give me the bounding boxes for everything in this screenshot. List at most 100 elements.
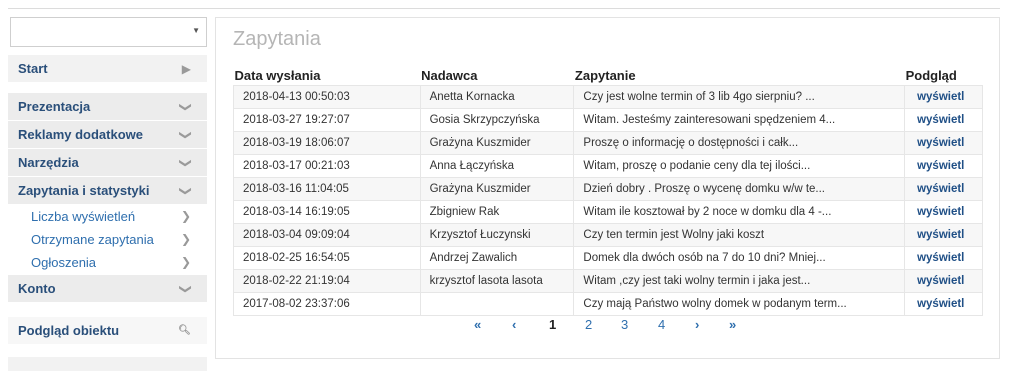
submenu-item-label: Ogłoszenia (31, 255, 97, 270)
cell-query: Domek dla dwóch osób na 7 do 10 dni? Mni… (573, 245, 906, 270)
cell-query: Witam. Jesteśmy zainteresowani spędzenie… (573, 107, 906, 132)
pagination-first[interactable]: « (474, 317, 481, 332)
view-link[interactable]: wyświetl (904, 176, 983, 201)
column-header-date: Data wysłania (234, 67, 321, 83)
view-link[interactable]: wyświetl (904, 245, 983, 270)
submenu-item-label: Liczba wyświetleń (31, 209, 136, 224)
view-link[interactable]: wyświetl (904, 153, 983, 178)
table-row: 2018-03-04 09:09:04 Krzysztof Łuczynski Cz… (233, 222, 983, 247)
view-link[interactable]: wyświetl (904, 130, 983, 155)
view-link[interactable]: wyświetl (904, 268, 983, 293)
chevron-down-icon: ❯ (178, 157, 193, 169)
cell-date: 2018-03-04 09:09:04 (233, 222, 421, 247)
chevron-down-icon: ❯ (178, 185, 193, 197)
pagination-last[interactable]: » (729, 317, 736, 332)
page-title: Zapytania (233, 28, 321, 50)
cell-date: 2018-03-17 00:21:03 (233, 153, 421, 178)
sidebar-item-label: Prezentacja (18, 99, 91, 114)
cell-sender: Zbigniew Rak (419, 199, 575, 224)
sidebar-item-label: Konto (18, 281, 56, 296)
table-row: 2018-04-13 00:50:03 Anetta Kornacka Czy je… (233, 84, 983, 109)
column-header-preview: Podgląd (905, 67, 957, 83)
table-row: 2018-03-19 18:06:07 Grażyna Kuszmider Pros… (233, 130, 983, 155)
cell-query: Czy ten termin jest Wolny jaki koszt (573, 222, 906, 247)
view-link[interactable]: wyświetl (904, 107, 983, 132)
cell-query: Witam ile kosztował by 2 noce w domku dl… (573, 199, 906, 224)
cell-date: 2018-03-14 16:19:05 (233, 199, 421, 224)
sidebar-item-prezentacja[interactable]: Prezentacja ❯ (8, 93, 207, 121)
search-icon: 🔍︎ (178, 325, 191, 336)
column-header-query: Zapytanie (574, 67, 636, 83)
cell-date: 2018-03-19 18:06:07 (233, 130, 421, 155)
table-row: 2017-08-02 23:37:06 Czy mają Państwo woln… (233, 291, 983, 316)
cell-query: Czy mają Państwo wolny domek w podanym t… (573, 291, 906, 316)
sidebar-item-narzedzia[interactable]: Narzędzia ❯ (8, 149, 207, 177)
sidebar-item-zapytania[interactable]: Zapytania i statystyki ❯ (8, 177, 207, 205)
cell-query: Witam, proszę o podanie ceny dla tej ilo… (573, 153, 906, 178)
chevron-down-icon: ❯ (178, 101, 193, 113)
chevron-right-icon: ❯ (180, 232, 191, 246)
sidebar-item-label: Podgląd obiektu (18, 323, 120, 338)
sidebar-bottom-stub (8, 357, 207, 371)
cell-sender: Grażyna Kuszmider (419, 176, 575, 201)
chevron-right-icon: ❯ (180, 209, 191, 223)
pagination-page-4[interactable]: 4 (658, 317, 665, 332)
cell-sender: Andrzej Zawalich (419, 245, 575, 270)
submenu-item-liczba[interactable]: Liczba wyświetleń ❯ (8, 205, 207, 228)
cell-date: 2018-02-22 21:19:04 (233, 268, 421, 293)
sidebar-item-label: Start (18, 61, 48, 76)
sidebar: ▼ Start ▶ Prezentacja ❯ Reklamy dodatkow… (8, 17, 207, 371)
pagination-page-2[interactable]: 2 (585, 317, 592, 332)
pagination-prev[interactable]: ‹ (512, 317, 516, 332)
cell-date: 2018-02-25 16:54:05 (233, 245, 421, 270)
view-link[interactable]: wyświetl (904, 84, 983, 109)
cell-date: 2017-08-02 23:37:06 (233, 291, 421, 316)
table-row: 2018-02-22 21:19:04 krzysztof lasota laso… (233, 268, 983, 293)
cell-query: Dzień dobry . Proszę o wycenę domku w/w … (573, 176, 906, 201)
view-link[interactable]: wyświetl (904, 199, 983, 224)
cell-query: Czy jest wolne termin of 3 lib 4go sierp… (573, 84, 906, 109)
sidebar-item-konto[interactable]: Konto ❯ (8, 275, 207, 303)
cell-sender: krzysztof lasota lasota (419, 268, 575, 293)
cell-date: 2018-03-16 11:04:05 (233, 176, 421, 201)
object-select[interactable]: ▼ (10, 17, 207, 47)
sidebar-item-label: Zapytania i statystyki (18, 183, 150, 198)
table-row: 2018-03-14 16:19:05 Zbigniew Rak Witam ile… (233, 199, 983, 224)
cell-sender (419, 291, 575, 316)
cell-query: Witam ,czy jest taki wolny termin i jaka… (573, 268, 906, 293)
top-divider (8, 8, 1000, 9)
sidebar-item-start[interactable]: Start ▶ (8, 55, 207, 83)
cell-sender: Anna Łączyńska (419, 153, 575, 178)
cell-sender: Gosia Skrzypczyńska (419, 107, 575, 132)
sidebar-item-podglad[interactable]: Podgląd obiektu 🔍︎ (8, 317, 207, 345)
submenu-item-label: Otrzymane zapytania (31, 232, 154, 247)
table-row: 2018-03-27 19:27:07 Gosia Skrzypczyńska Wi… (233, 107, 983, 132)
sidebar-item-label: Reklamy dodatkowe (18, 127, 143, 142)
main-panel: Zapytania Data wysłania Nadawca Zapytani… (215, 17, 1000, 359)
cell-date: 2018-03-27 19:27:07 (233, 107, 421, 132)
pagination-page-3[interactable]: 3 (621, 317, 628, 332)
table-row: 2018-02-25 16:54:05 Andrzej Zawalich Domek… (233, 245, 983, 270)
cell-sender: Grażyna Kuszmider (419, 130, 575, 155)
column-header-sender: Nadawca (421, 67, 478, 83)
pagination-next[interactable]: › (695, 317, 699, 332)
table-row: 2018-03-17 00:21:03 Anna Łączyńska Witam, … (233, 153, 983, 178)
cell-sender: Anetta Kornacka (419, 84, 575, 109)
sidebar-item-label: Narzędzia (18, 155, 79, 170)
inquiries-table: Data wysłania Nadawca Zapytanie Podgląd … (233, 66, 983, 316)
caret-down-icon: ▼ (192, 26, 200, 35)
chevron-right-icon: ❯ (180, 255, 191, 269)
sidebar-item-reklamy[interactable]: Reklamy dodatkowe ❯ (8, 121, 207, 149)
chevron-down-icon: ❯ (178, 129, 193, 141)
cell-query: Proszę o informację o dostępności i całk… (573, 130, 906, 155)
submenu-item-ogloszenia[interactable]: Ogłoszenia ❯ (8, 251, 207, 274)
view-link[interactable]: wyświetl (904, 222, 983, 247)
cell-sender: Krzysztof Łuczynski (419, 222, 575, 247)
submenu-item-otrzymane[interactable]: Otrzymane zapytania ❯ (8, 228, 207, 251)
table-row: 2018-03-16 11:04:05 Grażyna Kuszmider Dzie… (233, 176, 983, 201)
play-arrow-icon: ▶ (181, 62, 191, 76)
cell-date: 2018-04-13 00:50:03 (233, 84, 421, 109)
view-link[interactable]: wyświetl (904, 291, 983, 316)
chevron-down-icon: ❯ (178, 283, 193, 295)
pagination-page-1[interactable]: 1 (549, 317, 556, 332)
